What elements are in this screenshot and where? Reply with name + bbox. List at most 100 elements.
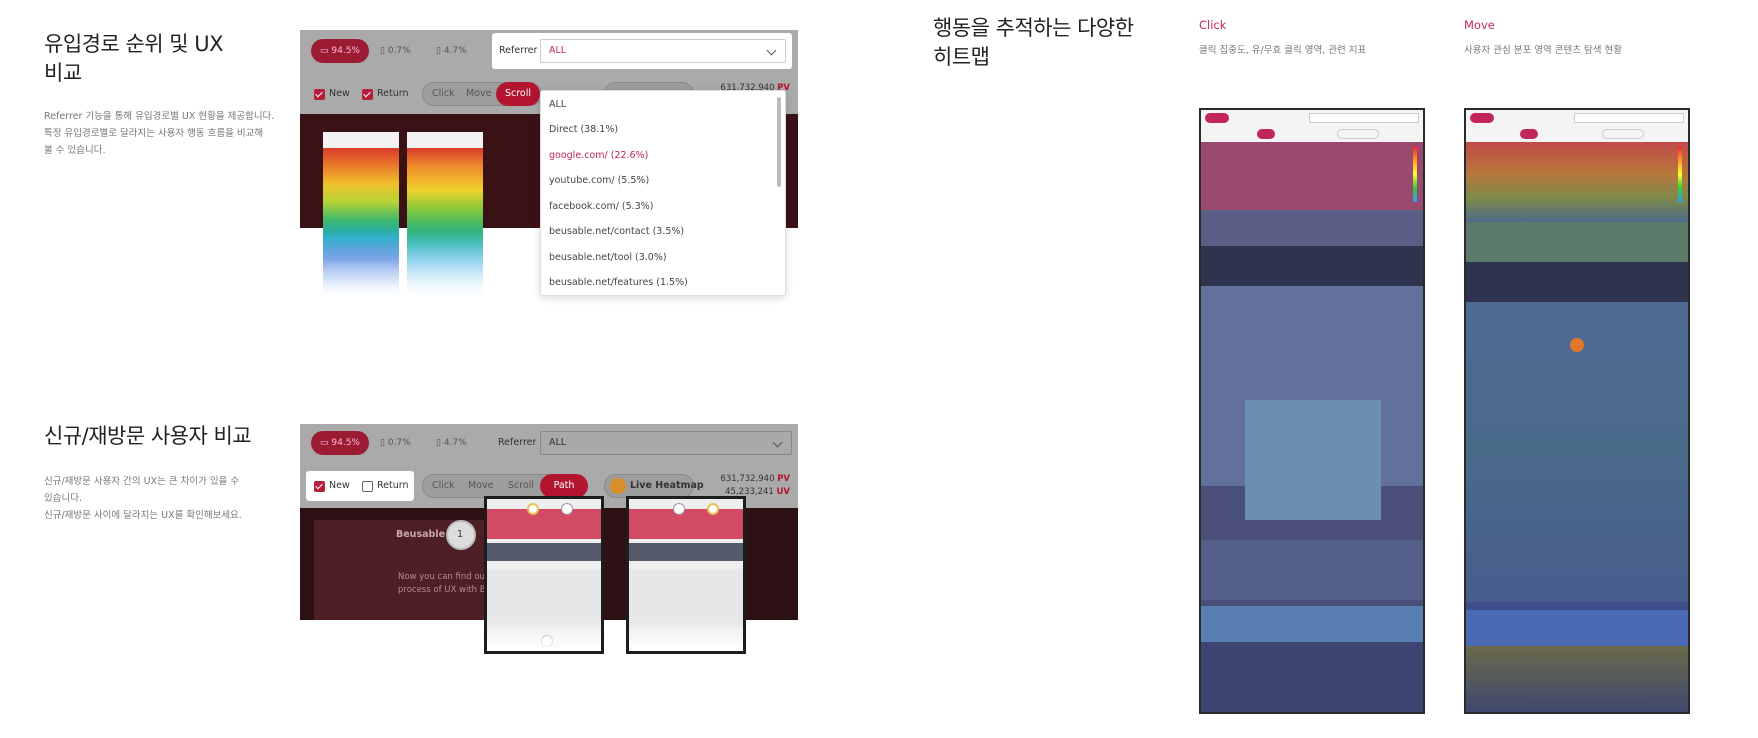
- tablet-device[interactable]: ▯ 0.7%: [380, 39, 411, 63]
- logos-heat: [1466, 222, 1688, 262]
- nav-band: [487, 543, 601, 561]
- hero-heat: [1466, 142, 1688, 222]
- section1-description: Referrer 기능을 통해 유입경로별 UX 현황을 제공합니다. 특정 유…: [44, 108, 274, 159]
- referrer-dropdown-list: ALL Direct (38.1%) google.com/ (22.6%) y…: [540, 90, 786, 296]
- referrer-select[interactable]: ALL: [540, 39, 786, 63]
- mobile-device[interactable]: ▯ 4.7%: [436, 431, 467, 455]
- referrer-mock-screenshot: ▭ 94.5% ▯ 0.7% ▯ 4.7% Referrer ALL New R…: [300, 30, 798, 298]
- click-column-title: Click: [1199, 18, 1227, 32]
- mini-move-tab: [1520, 129, 1538, 139]
- hotspot: [1570, 338, 1584, 352]
- referrer-option-selected[interactable]: google.com/ (22.6%): [549, 150, 648, 161]
- new-label: New: [329, 88, 350, 99]
- referrer-value: ALL: [549, 45, 567, 56]
- section2-description: 신규/재방문 사용자 간의 UX는 큰 차이가 있을 수 있습니다. 신규/재방…: [44, 473, 242, 524]
- path-preview-new: [484, 496, 604, 654]
- tab-click[interactable]: Click: [432, 474, 455, 498]
- section1-desc-line: 볼 수 있습니다.: [44, 145, 106, 156]
- return-checkbox[interactable]: [362, 89, 373, 100]
- section1-desc-line: Referrer 기능을 통해 유입경로별 UX 현황을 제공합니다.: [44, 111, 275, 122]
- mini-toolbar: [1201, 110, 1423, 142]
- nav-band: [629, 543, 743, 561]
- new-checkbox[interactable]: [314, 481, 325, 492]
- footer-heat: [1466, 646, 1688, 712]
- section2-title: 신규/재방문 사용자 비교: [44, 424, 252, 448]
- tab-move[interactable]: Move: [466, 82, 491, 106]
- section3-title: 행동을 추적하는 다양한 히트맵: [933, 14, 1134, 72]
- path-preview-return: [626, 496, 746, 654]
- live-heatmap-icon: [610, 478, 626, 494]
- desktop-device-pill[interactable]: ▭ 94.5%: [311, 431, 369, 455]
- referrer-option[interactable]: Direct (38.1%): [549, 124, 618, 135]
- pv-unit: PV: [777, 474, 790, 484]
- section1-title-line2: 비교: [44, 61, 82, 85]
- chevron-down-icon: [772, 437, 783, 448]
- desktop-pct: 94.5%: [331, 438, 360, 448]
- path-step-number: 1: [457, 529, 464, 540]
- mobile-pct: 4.7%: [443, 438, 467, 448]
- hero-section: [1201, 142, 1423, 210]
- desktop-icon: ▭: [320, 46, 332, 56]
- nav-strip: [1201, 246, 1423, 286]
- scroll-heatmap-preview-1: [323, 132, 399, 298]
- path-node-icon: [527, 503, 539, 515]
- section2-desc-line: 있습니다.: [44, 493, 82, 504]
- new-label: New: [329, 480, 350, 491]
- referrer-option[interactable]: beusable.net/contact (3.5%): [549, 226, 684, 237]
- tab-move[interactable]: Move: [468, 474, 493, 498]
- path-brand-label: Beusable: [396, 529, 446, 540]
- move-column-desc: 사용자 관심 분포 영역 콘텐츠 탐색 현황: [1464, 45, 1622, 56]
- new-checkbox[interactable]: [314, 89, 325, 100]
- mini-live-heatmap: [1602, 129, 1644, 139]
- referrer-option[interactable]: facebook.com/ (5.3%): [549, 201, 653, 212]
- click-heatmap-screenshot: [1199, 108, 1425, 714]
- new-return-mock-screenshot: ▭ 94.5% ▯ 0.7% ▯ 4.7% Referrer ALL New R…: [300, 424, 798, 654]
- mini-live-heatmap: [1337, 129, 1379, 139]
- referrer-option[interactable]: beusable.net/features (1.5%): [549, 277, 688, 288]
- pv-count: 631,732,940: [720, 474, 775, 484]
- move-column-title: Move: [1464, 18, 1495, 32]
- cta-heat: [1466, 610, 1688, 646]
- scroll-heatmap-preview-2: [407, 132, 483, 298]
- tab-scroll[interactable]: Scroll: [508, 474, 534, 498]
- mobile-pct: 4.7%: [443, 46, 467, 56]
- tab-path[interactable]: Path: [540, 474, 588, 498]
- click-column-desc: 클릭 집중도, 유/무효 클릭 영역, 관련 지표: [1199, 45, 1367, 56]
- referrer-select[interactable]: ALL: [540, 431, 792, 455]
- path-node-icon: [673, 503, 685, 515]
- heat-legend-bar: [1413, 146, 1417, 202]
- footer: [1201, 642, 1423, 712]
- mini-desktop-pill: [1470, 113, 1494, 123]
- section1-desc-line: 특정 유입경로별로 달라지는 사용자 행동 흐름을 비교해: [44, 128, 264, 139]
- pv-counter: 631,732,940 PV: [680, 474, 790, 484]
- tablet-icon: ▯: [380, 46, 388, 56]
- section2-desc-line: 신규/재방문 사용자 간의 UX는 큰 차이가 있을 수: [44, 476, 240, 487]
- desktop-device-pill[interactable]: ▭ 94.5%: [311, 39, 369, 63]
- tablet-device[interactable]: ▯ 0.7%: [380, 431, 411, 455]
- fade-overlay: [323, 231, 399, 298]
- mobile-device[interactable]: ▯ 4.7%: [436, 39, 467, 63]
- referrer-option[interactable]: beusable.net/tool (3.0%): [549, 252, 667, 263]
- desktop-pct: 94.5%: [331, 46, 360, 56]
- nav-strip: [1466, 262, 1688, 302]
- desktop-icon: ▭: [320, 438, 332, 448]
- chevron-down-icon: [766, 45, 777, 56]
- mini-toolbar: [323, 132, 399, 148]
- tablet-pct: 0.7%: [387, 438, 411, 448]
- mini-toolbar: [407, 132, 483, 148]
- uv-unit: UV: [776, 487, 790, 497]
- referrer-option[interactable]: ALL: [549, 99, 566, 110]
- mini-referrer-box: [1309, 113, 1419, 123]
- return-checkbox[interactable]: [362, 481, 373, 492]
- hero-band: [487, 509, 601, 539]
- fade-overlay: [487, 620, 601, 651]
- mini-scroll-tab: [1257, 129, 1275, 139]
- tab-click[interactable]: Click: [432, 82, 455, 106]
- referrer-option[interactable]: youtube.com/ (5.5%): [549, 175, 649, 186]
- dropdown-scrollbar[interactable]: [777, 97, 781, 187]
- feature-grid: [1245, 400, 1381, 520]
- referrer-label: Referrer: [498, 437, 537, 448]
- tab-scroll[interactable]: Scroll: [496, 82, 540, 106]
- hero-band: [629, 509, 743, 539]
- referrer-label: Referrer: [499, 45, 538, 56]
